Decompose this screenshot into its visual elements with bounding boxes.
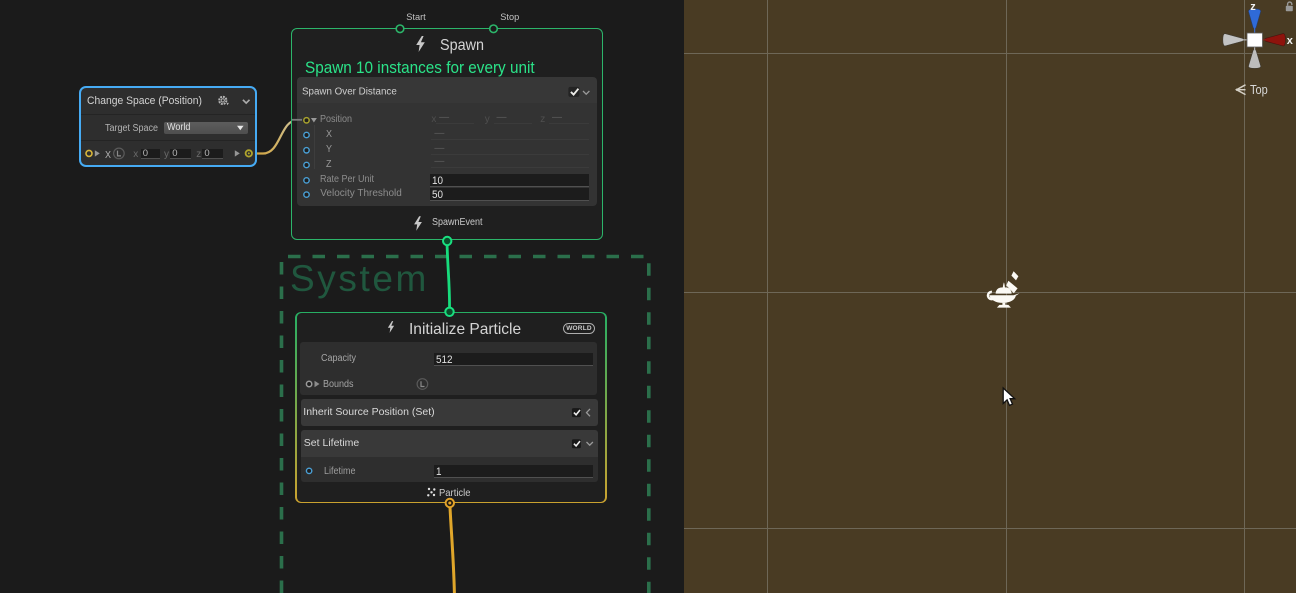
svg-text:x: x xyxy=(1287,35,1294,47)
svg-text:z: z xyxy=(1250,1,1256,13)
